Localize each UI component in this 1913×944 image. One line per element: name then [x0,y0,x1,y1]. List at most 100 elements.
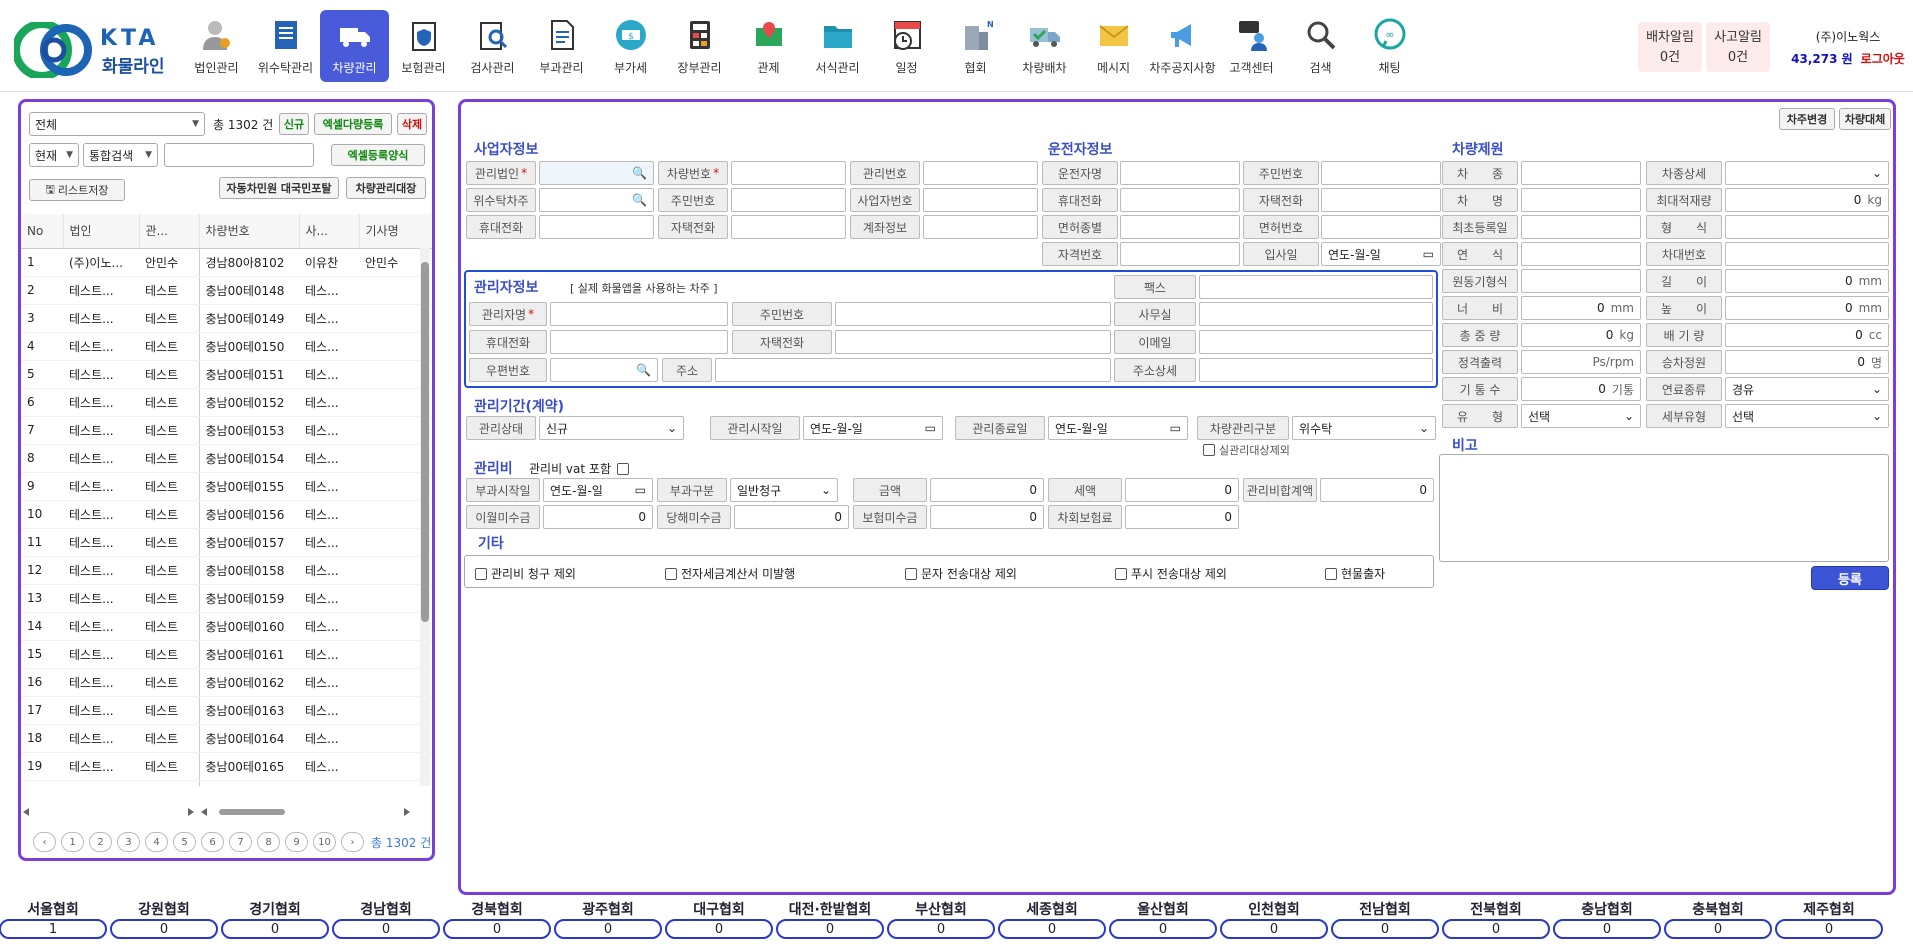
spec-chassis-input[interactable] [1725,242,1889,266]
column-header[interactable]: 기사명 [359,214,432,249]
column-header[interactable]: No [21,214,64,249]
table-row[interactable]: 8 테스트... 테스트 충남00테0154 테스... [21,444,432,473]
biz-home-phone-input[interactable] [731,215,846,239]
spec-rated-output-input[interactable]: Ps/rpm [1521,350,1641,374]
spec-seats-input[interactable]: 0명 [1725,350,1889,374]
column-header[interactable]: 사... [299,214,360,249]
menu-item-15[interactable]: 고객센터 [1217,10,1286,82]
address-input[interactable] [715,358,1111,382]
next-page-icon[interactable]: › [341,832,364,852]
fax-input[interactable] [1199,275,1433,299]
email-input[interactable] [1199,330,1433,354]
table-row[interactable]: 1 (주)이노... 안민수 경남80아8102 이유찬 안민수 [21,248,432,277]
association-count[interactable]: 0 [665,919,773,939]
manager-home-phone-input[interactable] [835,330,1111,354]
save-list-button[interactable]: 🖫 리스트저장 [29,179,125,201]
association-item[interactable]: 인천협회 0 [1219,899,1329,939]
checkbox-icon[interactable] [475,567,487,580]
license-type-input[interactable] [1120,215,1240,239]
menu-item-16[interactable]: 검색 [1286,10,1355,82]
excel-multi-button[interactable]: 엑셀다량등록 [314,113,392,135]
table-row[interactable]: 5 테스트... 테스트 충남00테0151 테스... [21,360,432,389]
table-row[interactable]: 2 테스트... 테스트 충남00테0148 테스... [21,276,432,305]
excel-form-button[interactable]: 엑셀등록양식 [331,144,425,166]
menu-item-2[interactable]: 차량관리 [320,10,389,82]
spec-type-input[interactable] [1521,161,1641,185]
account-input[interactable] [923,215,1038,239]
table-row[interactable]: 7 테스트... 테스트 충남00테0153 테스... [21,416,432,445]
menu-item-3[interactable]: 보험관리 [389,10,458,82]
spec-engine-input[interactable] [1521,269,1641,293]
spec-cylinders-input[interactable]: 0 기통 [1521,377,1641,401]
corp-input[interactable]: 🔍 [539,161,654,185]
association-item[interactable]: 부산협회 0 [886,899,996,939]
checkbox-icon[interactable] [1115,567,1127,580]
association-item[interactable]: 강원협회 0 [109,899,219,939]
tax-input[interactable]: 0 [1125,478,1239,502]
biz-no-input[interactable] [923,188,1038,212]
association-count[interactable]: 0 [776,919,884,939]
spec-name-input[interactable] [1521,188,1641,212]
mgmt-end-input[interactable]: 연도-월-일 ▭ [1048,416,1188,440]
menu-item-6[interactable]: $ 부가세 [596,10,665,82]
association-item[interactable]: 충남협회 0 [1552,899,1662,939]
table-row[interactable]: 18 테스트... 테스트 충남00테0164 테스... [21,724,432,753]
mgmt-no-input[interactable] [923,161,1038,185]
manager-resident-no-input[interactable] [835,302,1111,326]
page-button[interactable]: 8 [257,832,280,852]
association-count[interactable]: 1 [0,919,107,939]
association-item[interactable]: 서울협회 1 [0,899,108,939]
association-item[interactable]: 제주협회 0 [1774,899,1884,939]
search-icon[interactable]: 🔍 [632,166,647,180]
biz-mobile-input[interactable] [539,215,654,239]
menu-item-17[interactable]: ∞ 채팅 [1355,10,1424,82]
table-row[interactable]: 10 테스트... 테스트 충남00테0156 테스... [21,500,432,529]
driver-mobile-input[interactable] [1120,188,1240,212]
association-count[interactable]: 0 [1775,919,1883,939]
association-count[interactable]: 0 [332,919,440,939]
charge-type-select[interactable]: 일반청구 ⌄ [730,478,838,502]
association-count[interactable]: 0 [1109,919,1217,939]
association-count[interactable]: 0 [554,919,662,939]
association-item[interactable]: 대전·한밭협회 0 [775,899,885,939]
vehicle-replace-button[interactable]: 차량대체 [1839,108,1891,130]
driver-resident-no-input[interactable] [1321,161,1441,185]
portal-button[interactable]: 자동차민원 대국민포탈 [219,177,339,199]
calendar-icon[interactable]: ▭ [1170,421,1181,435]
spec-year-input[interactable] [1521,242,1641,266]
association-item[interactable]: 충북협회 0 [1663,899,1773,939]
address-detail-input[interactable] [1199,358,1433,382]
new-button[interactable]: 신규 [279,113,309,135]
spec-detail-kind-select[interactable]: 선택 ⌄ [1725,404,1889,428]
page-button[interactable]: 6 [201,832,224,852]
ins-fee-input[interactable]: 0 [1125,505,1239,529]
spec-length-input[interactable]: 0 mm [1725,269,1889,293]
spec-displacement-input[interactable]: 0 cc [1725,323,1889,347]
manager-mobile-input[interactable] [550,330,728,354]
owner-change-button[interactable]: 차주변경 [1779,108,1835,130]
menu-item-8[interactable]: 관제 [734,10,803,82]
table-row[interactable]: 16 테스트... 테스트 충남00테0162 테스... [21,668,432,697]
scroll-thumb[interactable] [421,262,429,622]
menu-item-11[interactable]: N 협회 [941,10,1010,82]
association-item[interactable]: 경북협회 0 [442,899,552,939]
vertical-scrollbar[interactable] [420,248,430,786]
status-select[interactable]: 현재 ▼ [29,143,79,167]
spec-height-input[interactable]: 0 mm [1725,296,1889,320]
association-count[interactable]: 0 [1442,919,1550,939]
checkbox-icon[interactable] [1325,567,1337,580]
association-count[interactable]: 0 [221,919,329,939]
spec-model-input[interactable] [1725,215,1889,239]
spec-first-reg-input[interactable] [1521,215,1641,239]
manager-name-input[interactable] [550,302,728,326]
qual-no-input[interactable] [1120,242,1240,266]
menu-item-13[interactable]: 메시지 [1079,10,1148,82]
alert-dispatch[interactable]: 배차알림 0건 [1638,22,1702,72]
postcode-input[interactable]: 🔍 [550,358,658,382]
vat-checkbox[interactable]: 관리비 vat 포함 [529,460,633,477]
menu-item-14[interactable]: 차주공지사항 [1148,10,1217,82]
menu-item-12[interactable]: 차량배차 [1010,10,1079,82]
table-row[interactable]: 17 테스트... 테스트 충남00테0163 테스... [21,696,432,725]
charge-start-input[interactable]: 연도-월-일 ▭ [543,478,653,502]
page-button[interactable]: 2 [89,832,112,852]
